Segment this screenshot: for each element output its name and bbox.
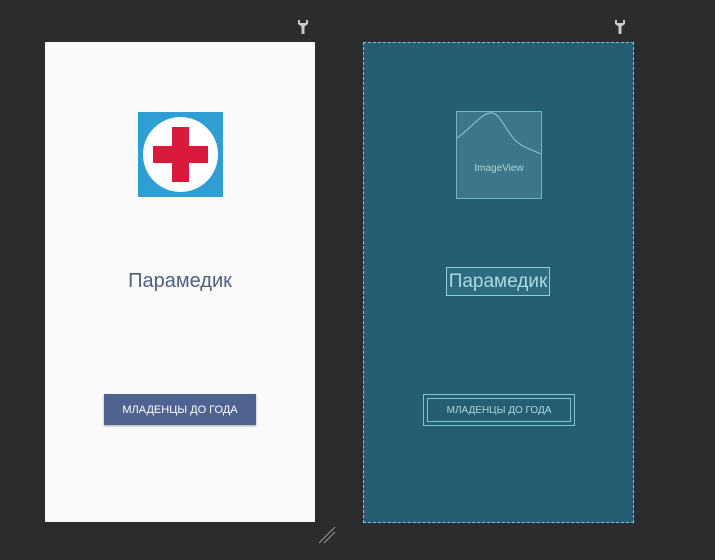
medical-cross-icon: [138, 112, 223, 197]
image-view-label: ImageView: [474, 163, 524, 174]
blueprint-preview: ImageView Парамедик МЛАДЕНЦЫ ДО ГОДА: [363, 42, 634, 523]
design-preview: Парамедик МЛАДЕНЦЫ ДО ГОДА: [45, 42, 315, 522]
image-placeholder-curve: [457, 112, 541, 155]
resize-handle-icon[interactable]: [318, 526, 336, 544]
blueprint-button-label: МЛАДЕНЦЫ ДО ГОДА: [427, 398, 571, 422]
app-title: Парамедик: [128, 270, 232, 292]
blueprint-infants-button[interactable]: МЛАДЕНЦЫ ДО ГОДА: [423, 394, 575, 426]
image-view-placeholder[interactable]: ImageView: [456, 111, 542, 199]
wrench-icon[interactable]: [297, 19, 309, 35]
blueprint-title[interactable]: Парамедик: [446, 267, 550, 296]
infants-button[interactable]: МЛАДЕНЦЫ ДО ГОДА: [104, 394, 256, 425]
wrench-icon[interactable]: [614, 19, 626, 35]
